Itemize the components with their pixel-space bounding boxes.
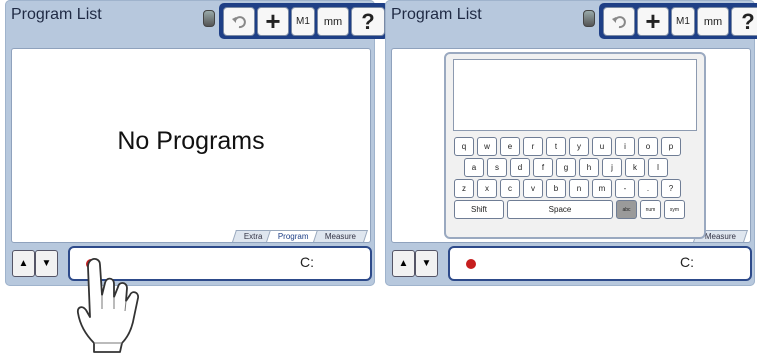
undo-button[interactable] [603,7,635,36]
units-button[interactable]: mm [697,7,729,36]
page-title: Program List [11,6,102,23]
record-dot-icon [466,259,476,269]
lock-icon [203,10,215,27]
key-y[interactable]: y [569,137,589,156]
drive-label: C: [680,254,694,270]
key-c[interactable]: c [500,179,520,198]
keyboard-row: z x c v b n m -.? [454,179,681,198]
key-z[interactable]: z [454,179,474,198]
key-symbol[interactable]: - [615,179,635,198]
scroll-down-button[interactable]: ▼ [415,250,438,277]
key-l[interactable]: l [648,158,668,177]
key-symbol[interactable]: ? [661,179,681,198]
add-button[interactable]: + [257,7,289,36]
pointing-hand-icon [76,258,139,353]
key-w[interactable]: w [477,137,497,156]
undo-icon [232,15,246,28]
key-symbol[interactable]: . [638,179,658,198]
m1-button[interactable]: M1 [671,7,695,36]
key-f[interactable]: f [533,158,553,177]
key-m[interactable]: m [592,179,612,198]
left-screen: Program List + M1 mm ? No Programs Extra… [5,0,389,286]
right-screen: Program List + M1 mm ? Measure qwertyuio… [385,0,757,286]
space-key[interactable]: Space [507,200,613,219]
key-r[interactable]: r [523,137,543,156]
key-j[interactable]: j [602,158,622,177]
key-o[interactable]: o [638,137,658,156]
empty-message: No Programs [117,127,265,155]
scroll-down-button[interactable]: ▼ [35,250,58,277]
plus-icon: + [645,6,661,36]
triangle-up-icon: ▲ [18,258,29,269]
tab-measure[interactable]: Measure [312,230,368,242]
keyboard-row: asdfghjkl [464,158,668,177]
m1-button[interactable]: M1 [291,7,315,36]
mode-key-abc[interactable]: abc [616,200,637,219]
shift-key[interactable]: Shift [454,200,504,219]
undo-button[interactable] [223,7,255,36]
keyboard-row: qwertyuiop [454,137,681,156]
triangle-down-icon: ▼ [41,258,52,269]
toolbar: + M1 mm ? [599,3,757,39]
tab-bar: Extra Program Measure [231,230,368,242]
on-screen-keyboard: qwertyuiop asdfghjkl z x c v b n m -.? Shift Sp… [444,52,706,239]
key-t[interactable]: t [546,137,566,156]
triangle-down-icon: ▼ [421,258,432,269]
help-button[interactable]: ? [351,7,385,36]
units-button[interactable]: mm [317,7,349,36]
mode-key-sym[interactable]: sym [664,200,685,219]
scroll-up-button[interactable]: ▲ [392,250,415,277]
key-k[interactable]: k [625,158,645,177]
triangle-up-icon: ▲ [398,258,409,269]
lock-icon [583,10,595,27]
undo-icon [612,15,626,28]
program-name-field[interactable]: C: [448,246,752,281]
keyboard-row: Shift Space abc num sym [454,200,685,219]
scroll-up-button[interactable]: ▲ [12,250,35,277]
keyboard-text-input[interactable] [453,59,697,131]
key-p[interactable]: p [661,137,681,156]
toolbar: + M1 mm ? [219,3,389,39]
key-g[interactable]: g [556,158,576,177]
add-button[interactable]: + [637,7,669,36]
plus-icon: + [265,6,281,36]
page-title: Program List [391,6,482,23]
program-list-display: No Programs Extra Program Measure [11,48,371,243]
key-i[interactable]: i [615,137,635,156]
key-e[interactable]: e [500,137,520,156]
mode-key-num[interactable]: num [640,200,661,219]
key-s[interactable]: s [487,158,507,177]
key-d[interactable]: d [510,158,530,177]
key-b[interactable]: b [546,179,566,198]
key-v[interactable]: v [523,179,543,198]
key-a[interactable]: a [464,158,484,177]
drive-label: C: [300,254,314,270]
key-h[interactable]: h [579,158,599,177]
key-n[interactable]: n [569,179,589,198]
key-q[interactable]: q [454,137,474,156]
key-u[interactable]: u [592,137,612,156]
key-x[interactable]: x [477,179,497,198]
help-button[interactable]: ? [731,7,757,36]
